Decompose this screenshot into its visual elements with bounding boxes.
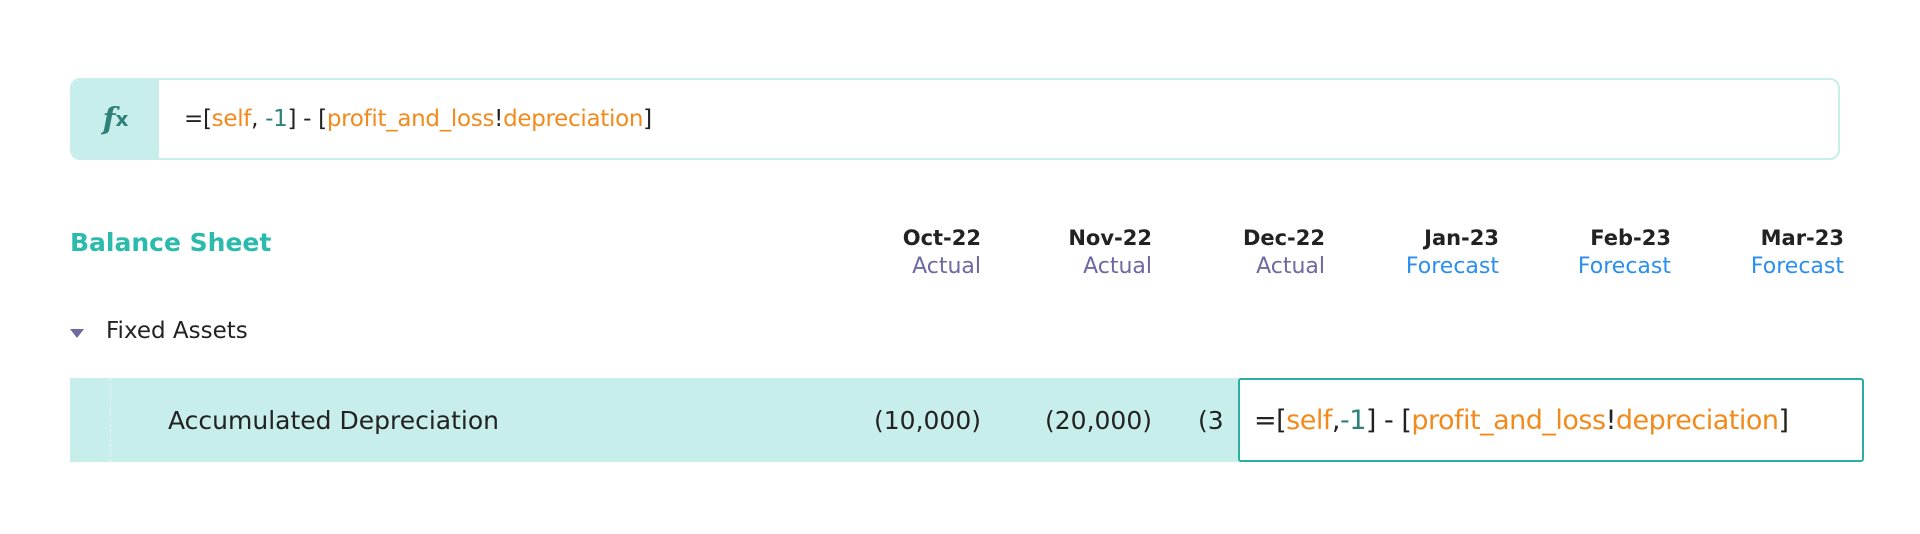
- fx-icon-f: f: [102, 101, 116, 137]
- column-header: Feb-23 Forecast: [1511, 226, 1671, 279]
- group-label: Fixed Assets: [106, 318, 248, 344]
- indent-guide: [110, 378, 111, 462]
- sheet-title: Balance Sheet: [70, 228, 272, 257]
- column-header: Dec-22 Actual: [1165, 226, 1325, 279]
- formula-token: depreciation: [1615, 404, 1779, 436]
- column-header: Mar-23 Forecast: [1684, 226, 1844, 279]
- formula-token: self: [1286, 404, 1332, 436]
- column-header: Oct-22 Actual: [821, 226, 981, 279]
- fx-icon-x: x: [115, 107, 129, 131]
- formula-token: profit_and_loss: [326, 106, 495, 132]
- column-status: Actual: [912, 254, 981, 279]
- formula-token: !: [494, 106, 504, 132]
- cell-editor[interactable]: =[self, -1] - [profit_and_loss! depreciati…: [1238, 378, 1864, 462]
- formula-token: ]: [1778, 404, 1790, 436]
- formula-token: ] - [: [287, 106, 327, 132]
- formula-token: !: [1605, 404, 1617, 436]
- group-fixed-assets[interactable]: Fixed Assets: [70, 318, 248, 344]
- formula-token: ] - [: [1365, 404, 1412, 436]
- formula-token: =[: [1254, 404, 1287, 436]
- column-header: Nov-22 Actual: [992, 226, 1152, 279]
- formula-token: profit_and_loss: [1411, 404, 1606, 436]
- formula-bar[interactable]: fx =[self, -1] - [profit_and_loss! deprec…: [70, 78, 1840, 160]
- column-date: Mar-23: [1760, 226, 1844, 250]
- column-header: Jan-23 Forecast: [1339, 226, 1499, 279]
- row-cell[interactable]: (10,000): [821, 378, 981, 462]
- collapse-triangle-icon[interactable]: [70, 328, 84, 338]
- formula-token: =[: [184, 106, 212, 132]
- column-date: Jan-23: [1424, 226, 1499, 250]
- formula-token: depreciation: [503, 106, 644, 132]
- formula-token: ,: [1331, 404, 1341, 436]
- row-cell[interactable]: (20,000): [992, 378, 1152, 462]
- column-status: Actual: [1256, 254, 1325, 279]
- formula-input[interactable]: =[self, -1] - [profit_and_loss! depreciat…: [184, 80, 652, 158]
- formula-token: -1: [1339, 404, 1366, 436]
- column-status: Forecast: [1750, 254, 1844, 279]
- column-date: Feb-23: [1590, 226, 1671, 250]
- column-date: Nov-22: [1068, 226, 1152, 250]
- formula-token: ]: [643, 106, 652, 132]
- formula-token: self: [211, 106, 252, 132]
- column-date: Dec-22: [1242, 226, 1325, 250]
- column-status: Actual: [1083, 254, 1152, 279]
- row-label: Accumulated Depreciation: [168, 405, 499, 435]
- row-cell[interactable]: (3: [1198, 378, 1224, 462]
- column-date: Oct-22: [902, 226, 981, 250]
- formula-token: -1: [265, 106, 288, 132]
- fx-icon: fx: [72, 80, 159, 158]
- column-status: Forecast: [1577, 254, 1671, 279]
- column-status: Forecast: [1405, 254, 1499, 279]
- formula-token: ,: [251, 106, 266, 132]
